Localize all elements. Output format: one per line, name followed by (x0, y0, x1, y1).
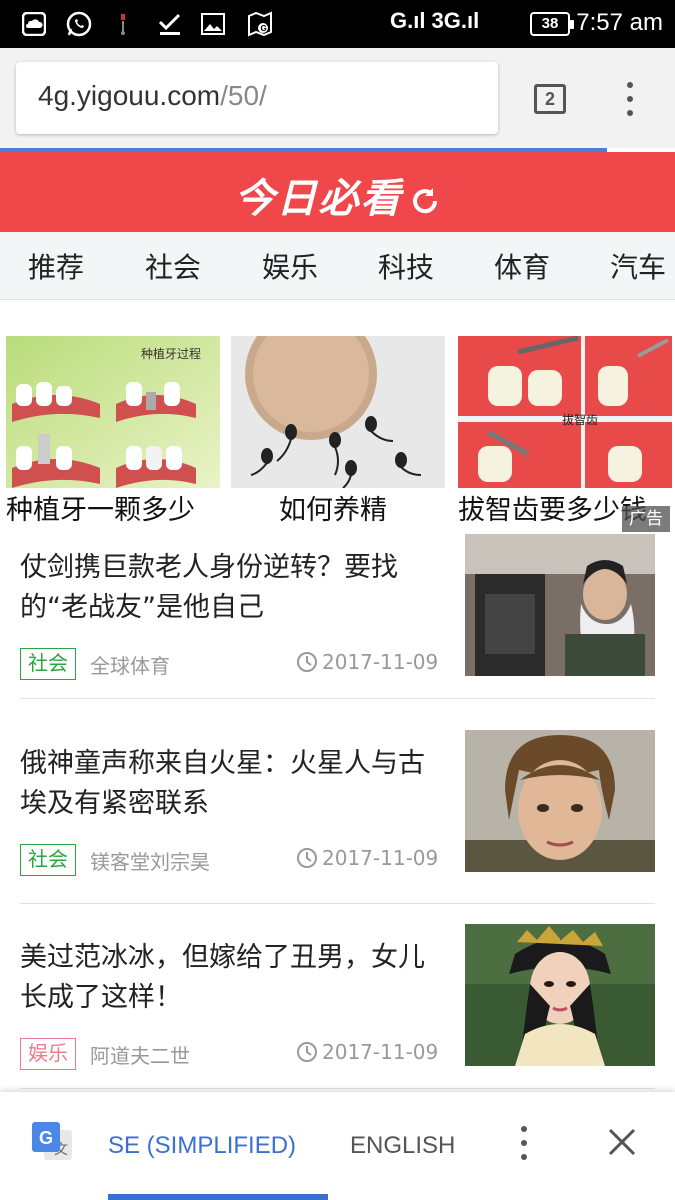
category-tabs: 推荐 社会 娱乐 科技 体育 汽车 (0, 232, 675, 300)
address-bar[interactable]: 4g.yigouu.com/50/ (16, 62, 498, 134)
battery-indicator: 38 (530, 12, 574, 36)
news-item[interactable]: 美过范冰冰，但嫁给了丑男，女儿长成了这样！ 娱乐 阿道夫二世 2017-11-0… (0, 924, 675, 1120)
divider (20, 903, 655, 904)
svg-text:G: G (261, 24, 267, 33)
category-tag: 娱乐 (20, 1038, 76, 1070)
svg-text:G: G (39, 1128, 53, 1148)
clock-icon (297, 848, 317, 868)
news-source: 镁客堂刘宗昊 (90, 850, 210, 874)
news-thumbnail[interactable] (465, 730, 655, 872)
news-date-text: 2017-11-09 (322, 650, 439, 674)
tab-recommended[interactable]: 推荐 (28, 246, 84, 286)
tab-switcher-button[interactable]: 2 (534, 84, 566, 114)
news-title[interactable]: 仗剑携巨款老人身份逆转？要找的“老战友”是他自己 (20, 548, 445, 628)
refresh-icon[interactable] (409, 185, 441, 217)
url-text[interactable]: 4g.yigouu.com/50/ (38, 80, 267, 112)
news-thumbnail[interactable] (465, 534, 655, 676)
whatsapp-icon (64, 10, 94, 38)
ad-item-health[interactable]: 如何养精 (231, 336, 445, 532)
site-logo[interactable]: 今日必看 (0, 166, 675, 224)
category-tag: 社会 (20, 648, 76, 680)
browser-toolbar: 4g.yigouu.com/50/ 2 (0, 48, 675, 148)
news-date-text: 2017-11-09 (322, 846, 439, 870)
news-title[interactable]: 俄神童声称来自火星：火星人与古埃及有紧密联系 (20, 744, 445, 824)
news-source: 全球体育 (90, 654, 170, 678)
download-done-icon (156, 10, 184, 38)
image-icon (200, 10, 226, 38)
active-language-indicator (108, 1194, 328, 1200)
news-date: 2017-11-09 (296, 650, 438, 674)
clock: 7:57 am (576, 9, 663, 36)
divider (20, 1088, 655, 1089)
translate-bar: 文 G SE (SIMPLIFIED) ENGLISH (0, 1092, 675, 1200)
news-item[interactable]: 仗剑携巨款老人身份逆转？要找的“老战友”是他自己 社会 全球体育 2017-11… (0, 534, 675, 730)
news-date-text: 2017-11-09 (322, 1040, 439, 1064)
news-title[interactable]: 美过范冰冰，但嫁给了丑男，女儿长成了这样！ (20, 938, 445, 1018)
tab-technology[interactable]: 科技 (378, 246, 434, 286)
news-thumbnail[interactable] (465, 924, 655, 1066)
ad-image-label: 拔智齿 (562, 412, 598, 427)
news-date: 2017-11-09 (296, 846, 438, 870)
ad-image-label: 种植牙过程 (141, 346, 201, 361)
translate-target-language[interactable]: ENGLISH (350, 1132, 455, 1160)
ad-item-dental-implant[interactable]: 种植牙过程 种植牙一颗多少 (6, 336, 220, 532)
category-tag: 社会 (20, 844, 76, 876)
ad-badge: 广告 (622, 506, 670, 532)
tab-entertainment[interactable]: 娱乐 (262, 246, 318, 286)
url-path: /50/ (220, 80, 267, 111)
usb-icon (116, 10, 130, 38)
divider (20, 698, 655, 699)
status-bar: G G.ıl 3G.ıl 38 7:57 am (0, 0, 675, 48)
ad-image-dental-implant: 种植牙过程 (6, 336, 220, 488)
url-host: 4g.yigouu.com (38, 80, 221, 111)
tab-society[interactable]: 社会 (145, 246, 201, 286)
translate-source-language[interactable]: SE (SIMPLIFIED) (108, 1132, 296, 1160)
google-translate-icon: 文 G (32, 1122, 72, 1160)
cloud-icon (20, 10, 48, 38)
ad-row: 种植牙过程 种植牙一颗多少 如何养精 拔智齿 拔智齿要多少钱 (0, 336, 675, 532)
ad-image-health (231, 336, 445, 488)
map-pin-icon: G (246, 10, 274, 38)
ad-image-wisdom-tooth: 拔智齿 (458, 336, 672, 488)
ad-caption: 种植牙一颗多少 (6, 495, 195, 526)
tab-auto[interactable]: 汽车 (610, 246, 666, 286)
ad-item-wisdom-tooth[interactable]: 拔智齿 拔智齿要多少钱 (458, 336, 672, 532)
clock-icon (297, 652, 317, 672)
logo-text: 今日必看 (234, 176, 403, 222)
app-header: 今日必看 (0, 152, 675, 232)
close-icon[interactable] (606, 1126, 638, 1158)
tab-sports[interactable]: 体育 (494, 246, 550, 286)
news-item[interactable]: 俄神童声称来自火星：火星人与古埃及有紧密联系 社会 镁客堂刘宗昊 2017-11… (0, 730, 675, 926)
signal-indicator: G.ıl 3G.ıl (390, 8, 480, 33)
news-date: 2017-11-09 (296, 1040, 438, 1064)
browser-menu-button[interactable] (622, 82, 638, 116)
clock-icon (297, 1042, 317, 1062)
translate-options-button[interactable] (516, 1126, 532, 1160)
news-source: 阿道夫二世 (90, 1044, 190, 1068)
